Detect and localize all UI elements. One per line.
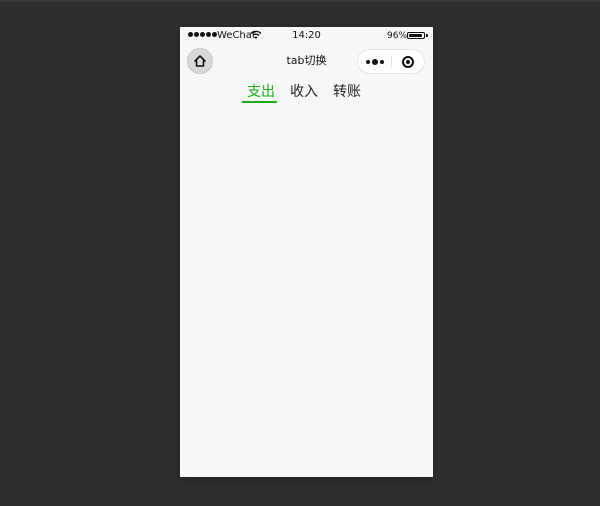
more-dot-center	[371, 58, 378, 65]
battery-percent: 96%	[387, 31, 408, 41]
target-dot	[406, 59, 410, 64]
phone-simulator: WeChat 14:20 96% tab切换 支出 收入 转账	[180, 27, 433, 477]
target-circle-icon	[402, 55, 414, 68]
menu-capsule	[357, 49, 425, 74]
more-dot-right	[379, 59, 384, 64]
more-button[interactable]	[358, 50, 391, 73]
tab-expense[interactable]: 支出	[247, 83, 275, 101]
battery-tip	[426, 34, 428, 37]
window-top-border	[0, 0, 600, 2]
page-title: tab切换	[286, 54, 327, 67]
more-dots-icon	[365, 59, 370, 64]
tab-content	[180, 107, 433, 477]
active-tab-indicator	[242, 101, 277, 103]
home-button[interactable]	[187, 48, 213, 74]
tab-income[interactable]: 收入	[290, 83, 318, 101]
status-bar: WeChat 14:20 96%	[180, 27, 433, 47]
battery-icon	[407, 32, 425, 39]
battery-level	[409, 34, 423, 37]
tab-bar: 支出 收入 转账	[180, 81, 433, 105]
close-miniprogram-button[interactable]	[392, 50, 424, 73]
navigation-bar: tab切换	[180, 47, 433, 77]
tab-transfer[interactable]: 转账	[333, 83, 361, 101]
home-icon	[194, 55, 206, 67]
